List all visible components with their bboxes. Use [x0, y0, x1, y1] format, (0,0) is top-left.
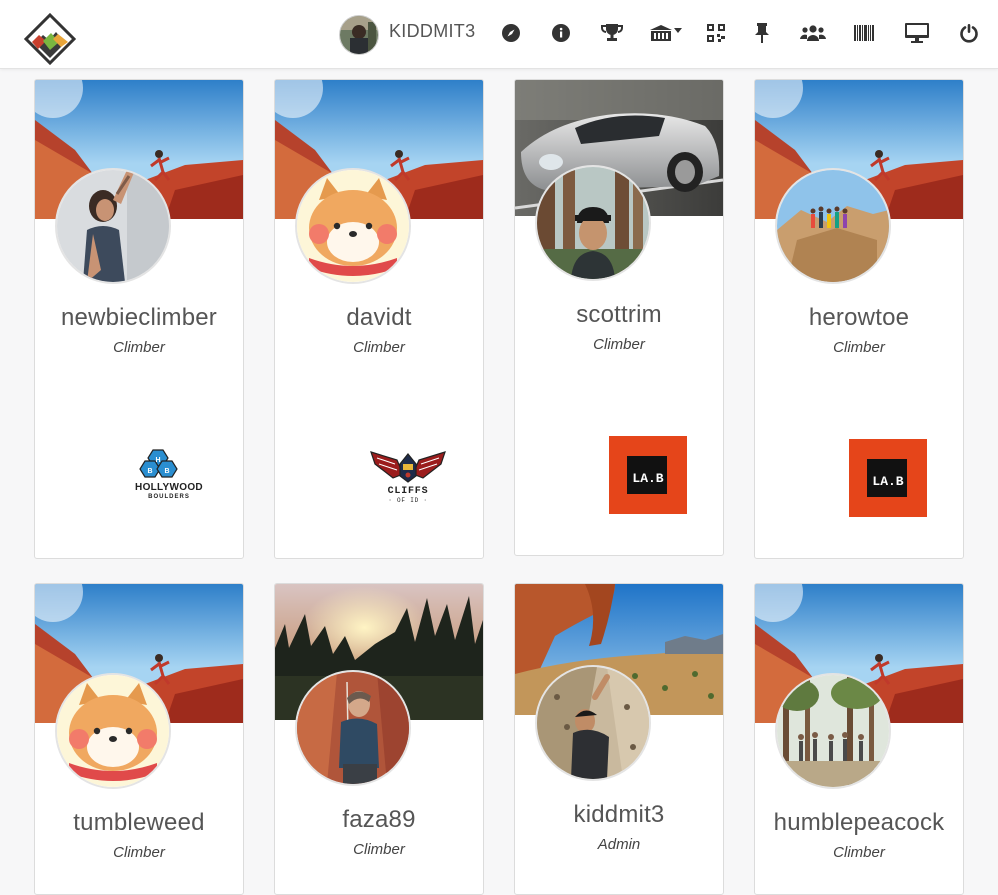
gym-logo-la-boulders[interactable]: LA.B — [849, 439, 927, 517]
compass-icon[interactable] — [498, 20, 524, 46]
nav-username[interactable]: KIDDMIT3 — [389, 21, 475, 42]
user-card[interactable]: davidt Climber CLIFFS · OF ID · — [274, 79, 484, 559]
gym-logo-cliffs-of-id[interactable]: CLIFFS · OF ID · — [367, 448, 449, 506]
card-role: Climber — [353, 339, 405, 356]
qr-code-icon[interactable] — [703, 20, 729, 46]
user-card[interactable]: tumbleweed Climber — [34, 583, 244, 895]
user-avatar — [55, 673, 171, 789]
gym-logo-hollywood-boulders[interactable]: H B B HOLLYWOOD BOULDERS — [127, 448, 217, 504]
users-icon[interactable] — [798, 20, 828, 46]
gym-logo-subtext: BOULDERS — [148, 494, 190, 500]
card-username[interactable]: scottrim — [515, 301, 723, 329]
svg-text:B: B — [147, 468, 152, 475]
card-role: Admin — [597, 836, 641, 853]
user-avatar — [295, 670, 411, 786]
card-role: Climber — [113, 844, 165, 861]
user-card[interactable]: humblepeacock Climber — [754, 583, 964, 895]
pin-icon[interactable] — [749, 20, 775, 46]
card-role: Climber — [353, 841, 405, 858]
user-card[interactable]: kiddmit3 Admin — [514, 583, 724, 895]
user-card[interactable]: scottrim Climber LA.B — [514, 79, 724, 556]
user-avatar — [775, 673, 891, 789]
card-role: Climber — [833, 844, 885, 861]
card-username[interactable]: faza89 — [275, 806, 483, 834]
card-role: Climber — [593, 336, 645, 353]
power-icon[interactable] — [956, 20, 982, 46]
trophy-icon[interactable] — [599, 20, 625, 46]
gym-logo-text: HOLLYWOOD — [135, 482, 203, 493]
gym-logo-text: LA.B — [632, 471, 663, 486]
svg-text:H: H — [155, 457, 160, 464]
info-icon[interactable] — [548, 20, 574, 46]
user-avatar — [295, 168, 411, 284]
user-card[interactable]: herowtoe Climber LA.B — [754, 79, 964, 559]
user-avatar[interactable] — [339, 15, 379, 55]
gym-dropdown-icon[interactable] — [648, 20, 684, 46]
user-avatar — [55, 168, 171, 284]
user-card[interactable]: faza89 Climber — [274, 583, 484, 895]
card-username[interactable]: davidt — [275, 304, 483, 332]
card-username[interactable]: humblepeacock — [755, 809, 963, 837]
gym-logo-la-boulders[interactable]: LA.B — [609, 436, 687, 514]
user-card[interactable]: newbieclimber Climber H B B HOLLYWOOD BO… — [34, 79, 244, 559]
svg-text:B: B — [164, 468, 169, 475]
card-username[interactable]: tumbleweed — [35, 809, 243, 837]
app-logo[interactable] — [23, 12, 77, 66]
card-username[interactable]: newbieclimber — [35, 304, 243, 332]
top-navbar: KIDDMIT3 — [0, 0, 998, 69]
gym-logo-subtext: · OF ID · — [388, 497, 428, 504]
gym-logo-text: CLIFFS — [388, 486, 429, 497]
user-avatar — [535, 665, 651, 781]
gym-logo-text: LA.B — [872, 474, 903, 489]
barcode-icon[interactable] — [851, 20, 877, 46]
card-username[interactable]: herowtoe — [755, 304, 963, 332]
card-role: Climber — [833, 339, 885, 356]
card-username[interactable]: kiddmit3 — [515, 801, 723, 829]
monitor-icon[interactable] — [902, 20, 932, 46]
card-role: Climber — [113, 339, 165, 356]
user-avatar — [775, 168, 891, 284]
user-avatar — [535, 165, 651, 281]
